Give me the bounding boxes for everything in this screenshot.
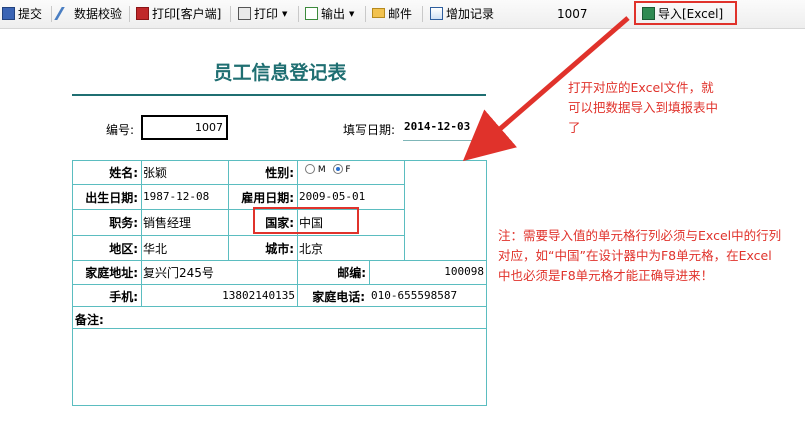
cell-mapping-annotation: 注：需要导入值的单元格行列必须与Excel中的行列对应，如“中国”在设计器中为F…	[498, 228, 782, 283]
annotation-arrow	[462, 16, 630, 162]
import-annotation: 打开对应的Excel文件，就可以把数据导入到填报表中了	[568, 80, 719, 135]
